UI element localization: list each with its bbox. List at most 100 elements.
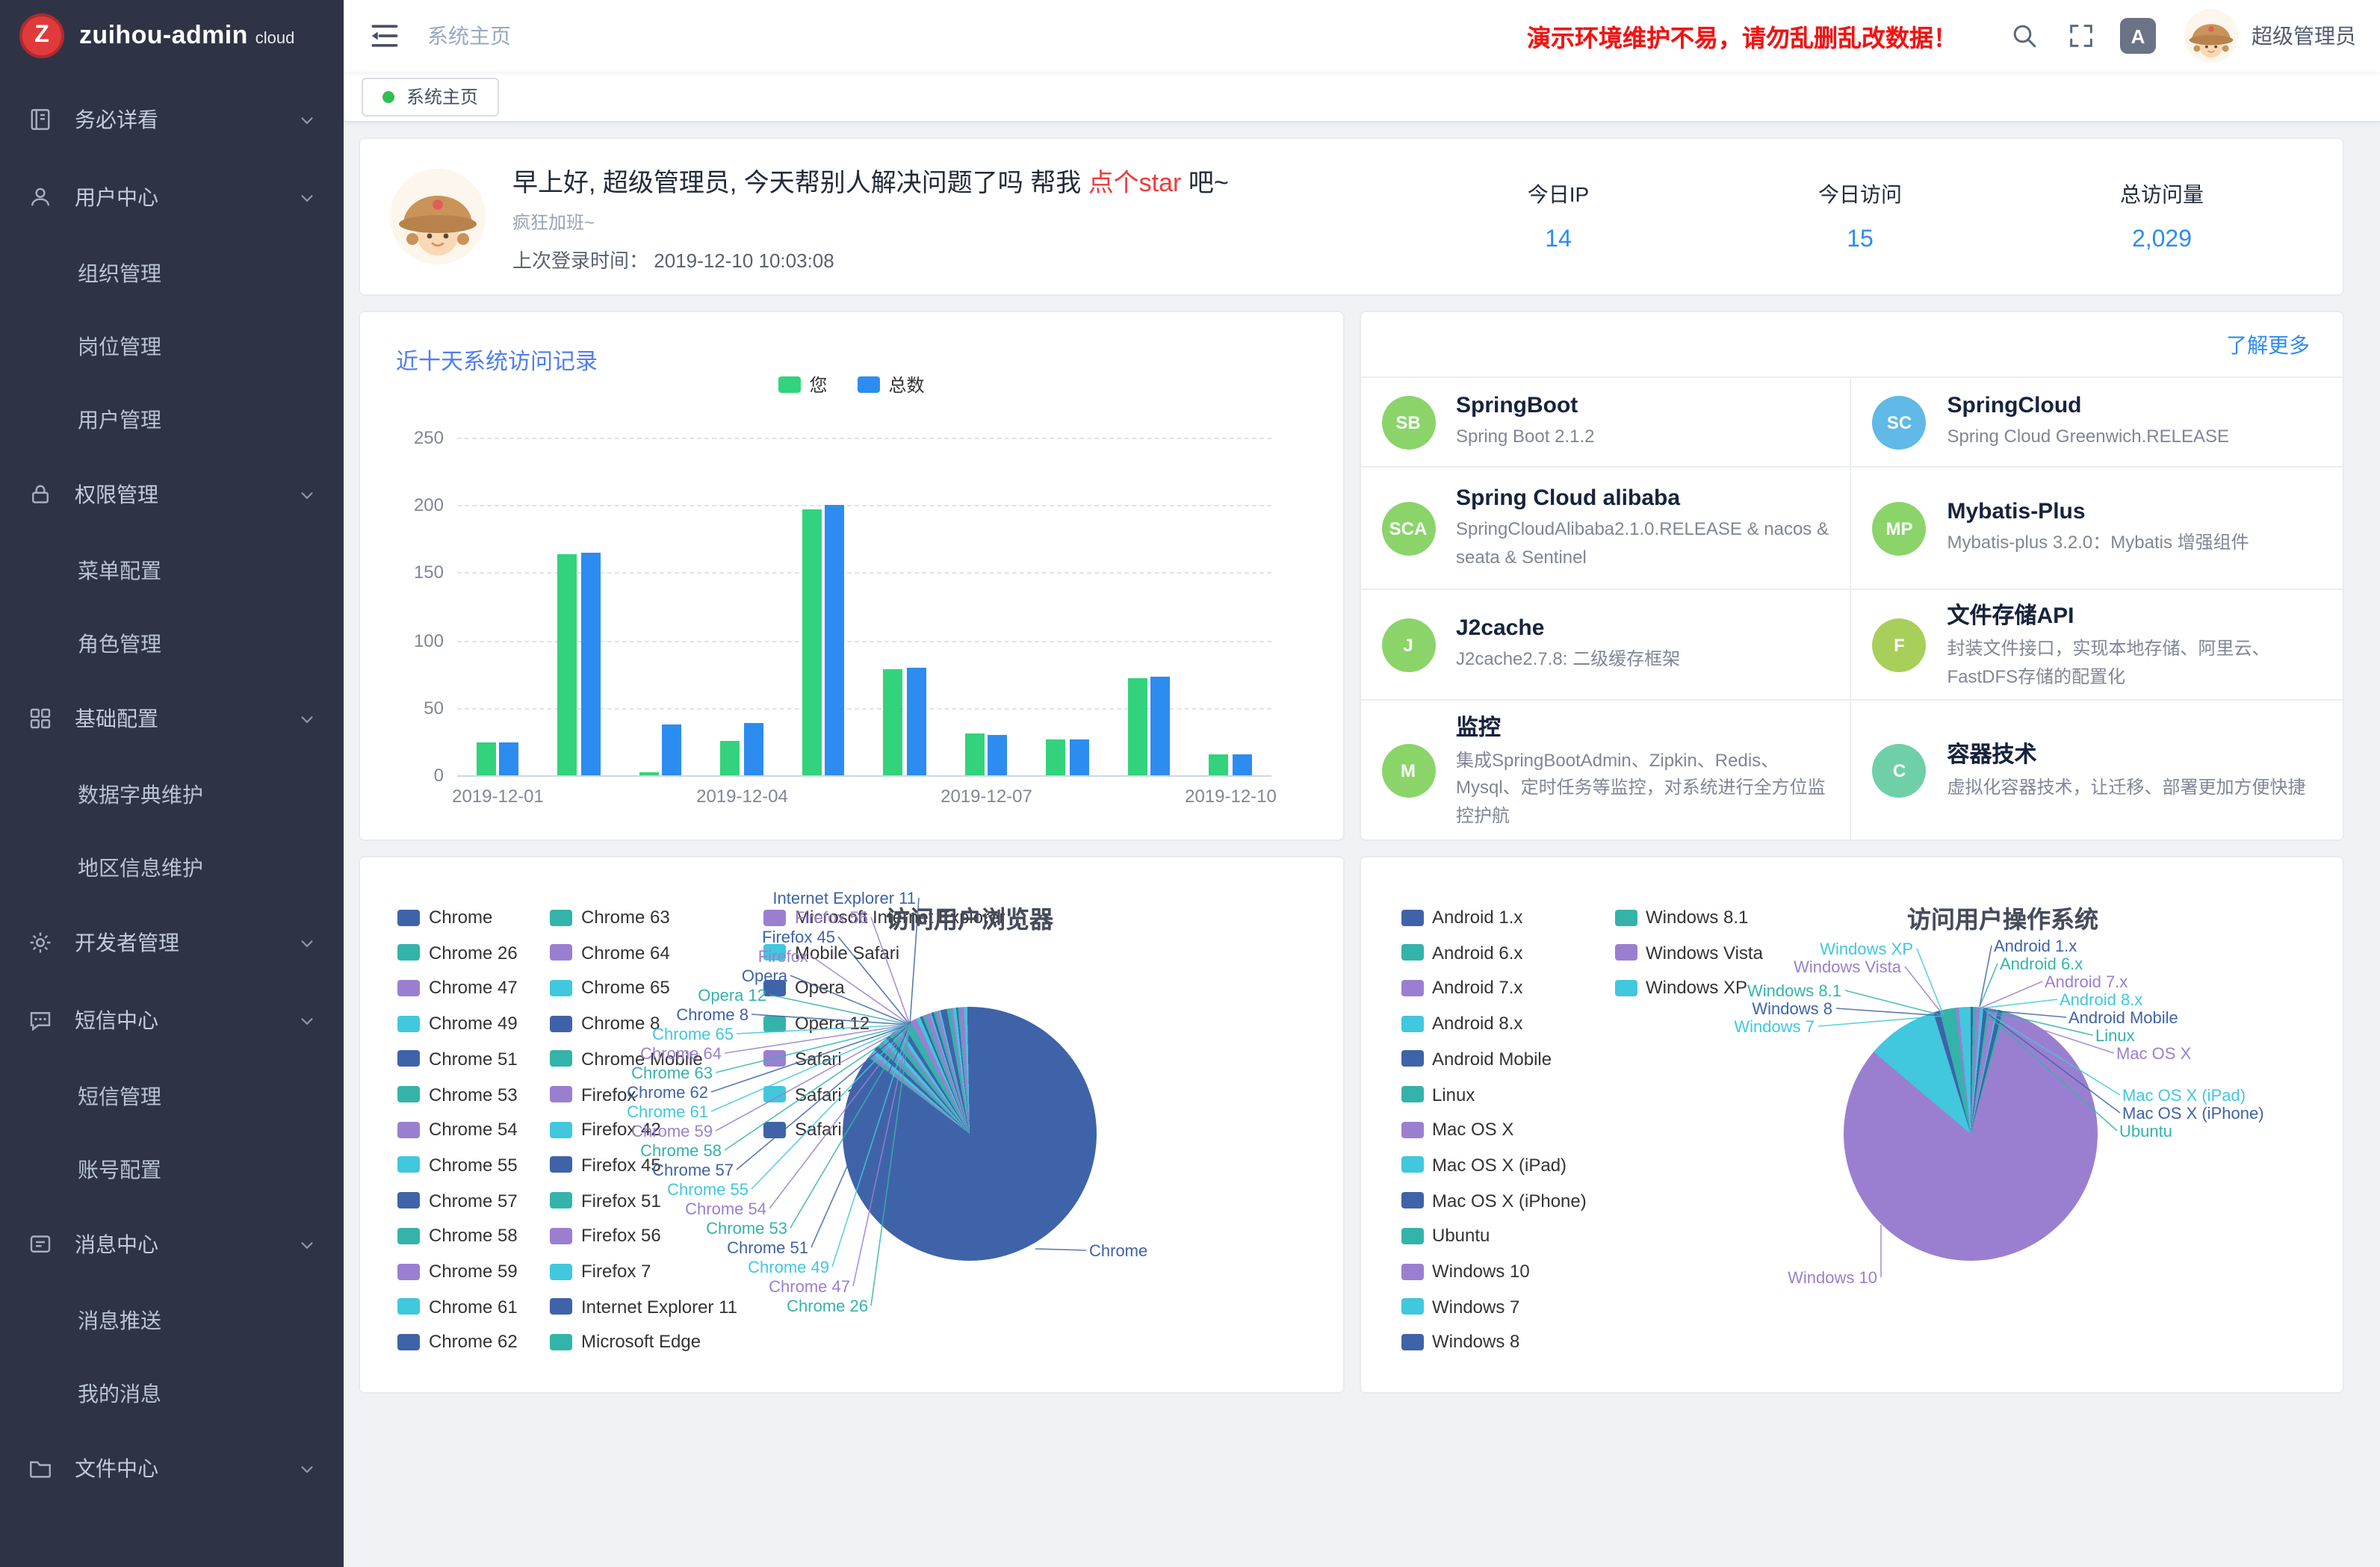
- legend-Chrome 57[interactable]: Chrome 57: [397, 1190, 518, 1211]
- sidebar-item-务必详看[interactable]: 务必详看: [0, 81, 344, 158]
- legend-Chrome 54[interactable]: Chrome 54: [397, 1119, 518, 1140]
- sidebar-item-文件中心[interactable]: 文件中心: [0, 1430, 344, 1507]
- legend-Windows 8[interactable]: Windows 8: [1401, 1332, 1519, 1353]
- legend-Android 8.x[interactable]: Android 8.x: [1401, 1013, 1522, 1034]
- sidebar-subitem-账号配置[interactable]: 账号配置: [0, 1132, 344, 1205]
- tech-desc: 封装文件接口，实现本地存储、阿里云、FastDFS存储的配置化: [1947, 635, 2322, 690]
- last-login: 上次登录时间： 2019-12-10 10:03:08: [512, 244, 1229, 273]
- legend-Firefox[interactable]: Firefox: [550, 1084, 636, 1105]
- y-axis-tick: 0: [360, 765, 444, 786]
- legend-Chrome 61[interactable]: Chrome 61: [397, 1296, 518, 1317]
- tech-title: 监控: [1456, 710, 1829, 742]
- star-link[interactable]: 点个star: [1088, 168, 1182, 196]
- app-logo[interactable]: Z zuihou-admincloud: [0, 0, 344, 72]
- legend-Linux[interactable]: Linux: [1401, 1084, 1475, 1105]
- sidebar-item-短信中心[interactable]: 短信中心: [0, 981, 344, 1059]
- legend-Chrome 53[interactable]: Chrome 53: [397, 1084, 518, 1105]
- pie-label-Firefox 56: Firefox 56: [795, 910, 868, 928]
- tech-title: 容器技术: [1947, 738, 2306, 769]
- tech-title: Spring Cloud alibaba: [1456, 485, 1829, 511]
- legend-Chrome 51[interactable]: Chrome 51: [397, 1049, 518, 1070]
- legend-Chrome 26[interactable]: Chrome 26: [397, 942, 518, 963]
- legend-Opera 12[interactable]: Opera 12: [763, 1013, 870, 1034]
- legend-Chrome 63[interactable]: Chrome 63: [550, 907, 670, 928]
- tech-grid: SBSpringBootSpring Boot 2.1.2SCSpringClo…: [1360, 378, 2343, 840]
- legend-Mac OS X[interactable]: Mac OS X: [1401, 1119, 1513, 1140]
- sidebar-subitem-角色管理[interactable]: 角色管理: [0, 606, 344, 680]
- chevron-down-icon: [297, 187, 317, 207]
- legend-Android 6.x[interactable]: Android 6.x: [1401, 942, 1522, 963]
- tech-item-SpringBoot: SBSpringBootSpring Boot 2.1.2: [1360, 378, 1852, 468]
- legend-Internet Explorer 11[interactable]: Internet Explorer 11: [550, 1296, 737, 1317]
- pie-label-Chrome 63: Chrome 63: [631, 1065, 713, 1083]
- sidebar-subitem-地区信息维护[interactable]: 地区信息维护: [0, 831, 344, 904]
- tech-item-Mybatis-Plus: MPMybatis-PlusMybatis-plus 3.2.0：Mybatis…: [1852, 468, 2343, 590]
- legend-Chrome 49[interactable]: Chrome 49: [397, 1013, 518, 1034]
- chevron-down-icon: [297, 1459, 317, 1478]
- legend-Chrome 65[interactable]: Chrome 65: [550, 978, 670, 999]
- user-avatar[interactable]: [2184, 9, 2238, 63]
- legend-Safari[interactable]: Safari: [763, 1049, 842, 1070]
- greeting-message-suffix: 吧~: [1181, 168, 1228, 196]
- learn-more-link[interactable]: 了解更多: [2226, 329, 2310, 359]
- tech-title: J2cache: [1456, 615, 1680, 641]
- sidebar-subitem-岗位管理[interactable]: 岗位管理: [0, 309, 344, 382]
- gridline: [457, 573, 1271, 574]
- legend-Chrome 55[interactable]: Chrome 55: [397, 1155, 518, 1176]
- legend-Windows 8.1[interactable]: Windows 8.1: [1614, 907, 1748, 928]
- legend-Android 7.x[interactable]: Android 7.x: [1401, 978, 1522, 999]
- legend-Mac OS X (iPad)[interactable]: Mac OS X (iPad): [1401, 1155, 1566, 1176]
- sidebar-item-用户中心[interactable]: 用户中心: [0, 158, 344, 236]
- bar-2019-12-08-总数: [1070, 740, 1089, 775]
- legend-Firefox 51[interactable]: Firefox 51: [550, 1190, 661, 1211]
- legend-Mac OS X (iPhone)[interactable]: Mac OS X (iPhone): [1401, 1190, 1587, 1211]
- legend-Chrome 64[interactable]: Chrome 64: [550, 942, 670, 963]
- legend-Microsoft Edge[interactable]: Microsoft Edge: [550, 1332, 701, 1353]
- demo-warning-text: 演示环境维护不易，请勿乱删乱改数据！: [1527, 18, 1957, 54]
- legend-Windows 7[interactable]: Windows 7: [1401, 1296, 1519, 1317]
- legend-Chrome[interactable]: Chrome: [397, 907, 492, 928]
- tech-item-监控: M监控集成SpringBootAdmin、Zipkin、Redis、Mysql、…: [1360, 701, 1852, 840]
- legend-Firefox 7[interactable]: Firefox 7: [550, 1261, 651, 1282]
- legend-Windows Vista[interactable]: Windows Vista: [1614, 942, 1763, 963]
- sidebar-item-权限管理[interactable]: 权限管理: [0, 456, 344, 533]
- legend-Android Mobile[interactable]: Android Mobile: [1401, 1049, 1552, 1070]
- sidebar-subitem-菜单配置[interactable]: 菜单配置: [0, 533, 344, 606]
- logo-icon: Z: [19, 13, 64, 58]
- sidebar-item-基础配置[interactable]: 基础配置: [0, 680, 344, 757]
- sidebar-item-label: 开发者管理: [75, 928, 179, 958]
- search-icon[interactable]: [2006, 18, 2042, 54]
- breadcrumb[interactable]: 系统主页: [427, 21, 511, 51]
- sidebar-subitem-短信管理[interactable]: 短信管理: [0, 1059, 344, 1132]
- bar-2019-12-02-总数: [581, 553, 601, 775]
- gridline: [457, 640, 1271, 642]
- legend-Android 1.x[interactable]: Android 1.x: [1401, 907, 1522, 928]
- font-size-icon[interactable]: A: [2120, 18, 2156, 54]
- bar-2019-12-09-您: [1128, 678, 1147, 775]
- fullscreen-icon[interactable]: [2063, 18, 2099, 54]
- sidebar-subitem-组织管理[interactable]: 组织管理: [0, 236, 344, 309]
- pie-label-Android 7.x: Android 7.x: [2045, 974, 2128, 992]
- sidebar-subitem-我的消息[interactable]: 我的消息: [0, 1356, 344, 1430]
- legend-Windows 10[interactable]: Windows 10: [1401, 1261, 1530, 1282]
- sidebar-item-开发者管理[interactable]: 开发者管理: [0, 904, 344, 981]
- menu-collapse-icon[interactable]: [368, 19, 400, 52]
- gridline: [457, 438, 1271, 439]
- legend-Chrome 58[interactable]: Chrome 58: [397, 1226, 518, 1247]
- legend-Firefox 56[interactable]: Firefox 56: [550, 1226, 661, 1247]
- sidebar-subitem-用户管理[interactable]: 用户管理: [0, 382, 344, 456]
- browser-pie-card: 访问用户浏览器ChromeChrome 26Chrome 47Chrome 49…: [359, 856, 1344, 1394]
- tab-home[interactable]: 系统主页: [362, 77, 499, 116]
- sidebar-subitem-数据字典维护[interactable]: 数据字典维护: [0, 757, 344, 831]
- legend-Chrome 8[interactable]: Chrome 8: [550, 1013, 660, 1034]
- legend-Chrome 47[interactable]: Chrome 47: [397, 978, 518, 999]
- sidebar-subitem-消息推送[interactable]: 消息推送: [0, 1283, 344, 1356]
- legend-Chrome 62[interactable]: Chrome 62: [397, 1332, 518, 1353]
- message-icon: [27, 1231, 54, 1258]
- legend-Windows XP[interactable]: Windows XP: [1614, 978, 1747, 999]
- sidebar-item-消息中心[interactable]: 消息中心: [0, 1205, 344, 1283]
- legend-Chrome 59[interactable]: Chrome 59: [397, 1261, 518, 1282]
- pie-label-Windows 7: Windows 7: [1734, 1019, 1815, 1037]
- legend-Ubuntu[interactable]: Ubuntu: [1401, 1226, 1490, 1247]
- username[interactable]: 超级管理员: [2252, 21, 2356, 51]
